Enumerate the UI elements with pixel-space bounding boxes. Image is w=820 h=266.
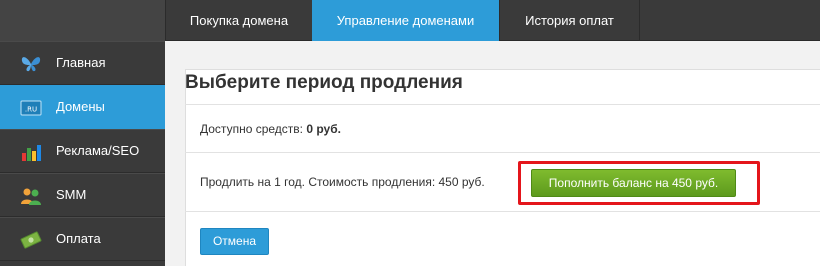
- sidebar-item-ads-seo[interactable]: Реклама/SEO: [0, 129, 165, 173]
- sidebar-item-label: Реклама/SEO: [56, 143, 140, 158]
- cancel-button[interactable]: Отмена: [200, 228, 269, 255]
- ru-domain-icon: .RU: [20, 98, 42, 118]
- available-funds-value: 0 руб.: [306, 122, 341, 136]
- tab-manage-domains[interactable]: Управление доменами: [312, 0, 499, 41]
- tab-buy-domain[interactable]: Покупка домена: [165, 0, 312, 41]
- sidebar-item-smm[interactable]: SMM: [0, 173, 165, 217]
- divider: [185, 152, 820, 153]
- divider: [185, 211, 820, 212]
- topup-balance-button[interactable]: Пополнить баланс на 450 руб.: [531, 169, 736, 197]
- top-bar-corner: [0, 0, 165, 41]
- tab-empty-area: [639, 0, 820, 41]
- butterfly-icon: [20, 54, 42, 74]
- page-title: Выберите период продления: [185, 72, 463, 93]
- sidebar: Главная .RU Домены Реклама/SEO SMM Оплат…: [0, 41, 165, 266]
- money-icon: [20, 230, 42, 250]
- sidebar-item-label: Домены: [56, 99, 105, 114]
- sidebar-item-home[interactable]: Главная: [0, 41, 165, 85]
- sidebar-item-domains[interactable]: .RU Домены: [0, 85, 165, 129]
- tab-payment-history[interactable]: История оплат: [499, 0, 639, 41]
- sidebar-item-label: Оплата: [56, 231, 101, 246]
- sidebar-item-payment[interactable]: Оплата: [0, 217, 165, 261]
- available-funds-label: Доступно средств:: [200, 122, 303, 136]
- renewal-cost-text: Продлить на 1 год. Стоимость продления: …: [200, 175, 485, 189]
- sidebar-item-label: Главная: [56, 55, 106, 70]
- bar-chart-icon: [20, 142, 42, 162]
- svg-text:.RU: .RU: [25, 106, 37, 114]
- main-content: Выберите период продления Доступно средс…: [165, 41, 820, 266]
- top-tab-bar: Покупка домена Управление доменами Истор…: [0, 0, 820, 41]
- sidebar-item-label: SMM: [56, 187, 87, 202]
- users-icon: [20, 186, 42, 206]
- available-funds: Доступно средств: 0 руб.: [200, 122, 341, 136]
- divider: [185, 104, 820, 105]
